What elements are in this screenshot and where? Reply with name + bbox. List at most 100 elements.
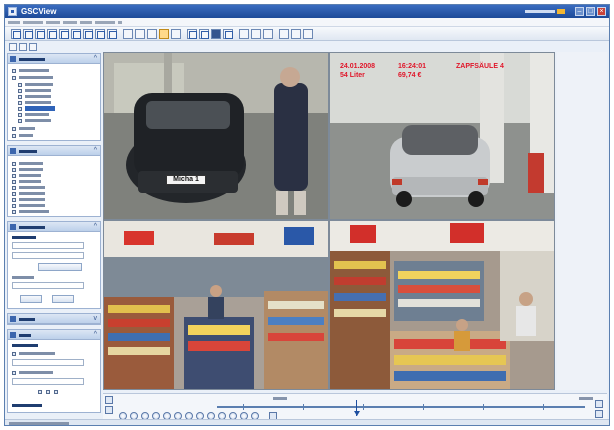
- layout-5x5-icon[interactable]: [59, 29, 69, 39]
- jump-back-button[interactable]: [20, 295, 42, 303]
- menu-item[interactable]: [23, 21, 43, 24]
- tree-item[interactable]: [25, 101, 51, 104]
- camera-item-icon[interactable]: [12, 180, 16, 184]
- collapse-icon[interactable]: ^: [94, 55, 97, 63]
- fullscreen-icon[interactable]: [159, 29, 169, 39]
- camera-item[interactable]: [19, 204, 45, 207]
- tree-item[interactable]: [19, 134, 33, 137]
- search-button[interactable]: [38, 263, 82, 271]
- tree-node-icon[interactable]: [12, 134, 16, 138]
- home-icon[interactable]: [9, 43, 17, 51]
- time-field[interactable]: [12, 252, 84, 259]
- camera-view-2[interactable]: 24.01.2008 16:24:01 ZAPFSÄULE 4 54 Liter…: [330, 53, 554, 219]
- video-sources-header[interactable]: ^: [8, 54, 100, 64]
- tree-node-icon[interactable]: [18, 107, 22, 111]
- minimize-icon[interactable]: –: [575, 7, 584, 16]
- close-icon[interactable]: ×: [597, 7, 606, 16]
- layout-3x3-icon[interactable]: [35, 29, 45, 39]
- camera-item-icon[interactable]: [12, 198, 16, 202]
- camera-item[interactable]: [19, 210, 49, 213]
- snapshot-icon[interactable]: [171, 29, 181, 39]
- search-icon[interactable]: [29, 43, 37, 51]
- menu-item[interactable]: [95, 21, 115, 24]
- layout-1plus7-icon[interactable]: [83, 29, 93, 39]
- tree-node-icon[interactable]: [12, 127, 16, 131]
- delete-icon[interactable]: [46, 390, 50, 394]
- refresh-icon[interactable]: [19, 43, 27, 51]
- expand-icon[interactable]: v: [94, 315, 98, 323]
- camera-item-icon[interactable]: [12, 186, 16, 190]
- page-icon[interactable]: [123, 29, 133, 39]
- collapsed-panel-header[interactable]: v: [8, 314, 100, 324]
- settings-icon[interactable]: [303, 29, 313, 39]
- view-b-icon[interactable]: [199, 29, 209, 39]
- tree-node-icon[interactable]: [18, 83, 22, 87]
- tree-item[interactable]: [25, 89, 51, 92]
- tree-item[interactable]: [19, 127, 35, 130]
- camera-view-4[interactable]: [330, 221, 554, 389]
- tree-node-icon[interactable]: [12, 69, 16, 73]
- tree-node-icon[interactable]: [12, 76, 16, 80]
- menu-item[interactable]: [46, 21, 60, 24]
- menu-item[interactable]: [63, 21, 77, 24]
- layout-1x1-icon[interactable]: [11, 29, 21, 39]
- layout-1plus12-icon[interactable]: [95, 29, 105, 39]
- camera-item-icon[interactable]: [12, 192, 16, 196]
- tree-item[interactable]: [25, 83, 53, 86]
- marker-start-icon[interactable]: [12, 352, 16, 356]
- camera-item[interactable]: [19, 174, 41, 177]
- timeline-track[interactable]: [217, 406, 585, 408]
- tree-item[interactable]: [25, 119, 51, 122]
- marker-end-icon[interactable]: [12, 371, 16, 375]
- zoom-out-icon[interactable]: [595, 410, 603, 418]
- camera-view-3[interactable]: [104, 221, 328, 389]
- print-icon[interactable]: [239, 29, 249, 39]
- play-icon[interactable]: [54, 390, 58, 394]
- layout-2x2-icon[interactable]: [23, 29, 33, 39]
- tree-node-icon[interactable]: [18, 119, 22, 123]
- tree-item-selected[interactable]: [25, 106, 55, 111]
- camera-item-icon[interactable]: [12, 174, 16, 178]
- menu-item[interactable]: [118, 21, 122, 24]
- timeline-cursor[interactable]: [354, 400, 360, 416]
- timeline-play-icon[interactable]: [105, 396, 113, 404]
- jump-forward-button[interactable]: [52, 295, 74, 303]
- camera-item[interactable]: [19, 198, 45, 201]
- save-icon[interactable]: [279, 29, 289, 39]
- view-a-icon[interactable]: [187, 29, 197, 39]
- camera-item[interactable]: [19, 180, 41, 183]
- close-view-icon[interactable]: [263, 29, 273, 39]
- menu-item[interactable]: [8, 21, 20, 24]
- camera-item[interactable]: [19, 162, 43, 165]
- tree-item[interactable]: [19, 69, 49, 72]
- tree-node-icon[interactable]: [18, 113, 22, 117]
- camera-item-icon[interactable]: [12, 162, 16, 166]
- view-d-icon[interactable]: [223, 29, 233, 39]
- tree-node-icon[interactable]: [18, 95, 22, 99]
- camera-item[interactable]: [19, 168, 43, 171]
- layout-custom-icon[interactable]: [107, 29, 117, 39]
- tree-item[interactable]: [25, 95, 51, 98]
- next-page-icon[interactable]: [147, 29, 157, 39]
- camera-item[interactable]: [19, 192, 45, 195]
- camera-item-icon[interactable]: [12, 204, 16, 208]
- layout-1plus5-icon[interactable]: [71, 29, 81, 39]
- collapse-icon[interactable]: ^: [94, 331, 97, 339]
- camera-item-icon[interactable]: [12, 210, 16, 214]
- camera-item-icon[interactable]: [12, 168, 16, 172]
- previous-page-icon[interactable]: [135, 29, 145, 39]
- tree-node-icon[interactable]: [18, 101, 22, 105]
- layout-4x4-icon[interactable]: [47, 29, 57, 39]
- cameras-header[interactable]: ^: [8, 146, 100, 156]
- save-icon[interactable]: [38, 390, 42, 394]
- tree-item[interactable]: [19, 76, 53, 79]
- menu-item[interactable]: [80, 21, 92, 24]
- save-as-icon[interactable]: [291, 29, 301, 39]
- zoom-in-icon[interactable]: [595, 400, 603, 408]
- maximize-icon[interactable]: □: [586, 7, 595, 16]
- marker-end-field[interactable]: [12, 378, 84, 385]
- camera-item[interactable]: [19, 186, 45, 189]
- tree-item[interactable]: [25, 113, 49, 116]
- tree-node-icon[interactable]: [18, 89, 22, 93]
- tools-header[interactable]: ^: [8, 330, 100, 340]
